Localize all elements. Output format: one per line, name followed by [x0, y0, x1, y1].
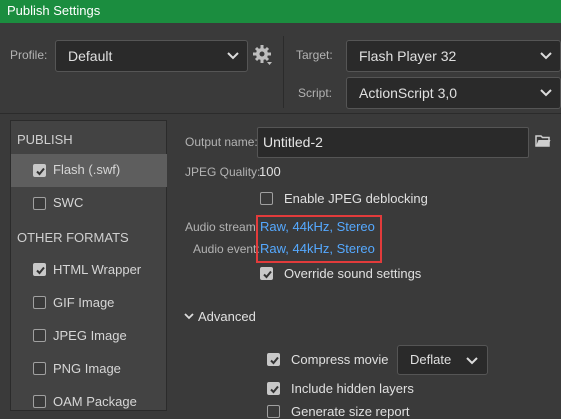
- chevron-down-icon: [540, 52, 552, 60]
- audio-stream-label: Audio stream:: [185, 220, 260, 234]
- sidebar-item-label: SWC: [53, 195, 84, 210]
- sidebar-item-label: PNG Image: [53, 361, 121, 376]
- profile-value: Default: [68, 48, 113, 64]
- window-title-bar: Publish Settings: [0, 0, 561, 23]
- swc-checkbox[interactable]: [33, 197, 46, 210]
- header-divider: [283, 36, 284, 108]
- sidebar-item-label: GIF Image: [53, 295, 115, 310]
- audio-event-label: Audio event:: [193, 242, 260, 256]
- target-value: Flash Player 32: [359, 48, 457, 64]
- checkmark-icon: [270, 385, 279, 394]
- override-sound-settings-label: Override sound settings: [284, 266, 422, 281]
- html-wrapper-checkbox[interactable]: [33, 263, 46, 276]
- generate-size-report-checkbox[interactable]: [267, 405, 280, 418]
- audio-stream-link[interactable]: Raw, 44kHz, Stereo: [260, 219, 375, 234]
- publish-section-header: PUBLISH: [17, 132, 73, 147]
- jpeg-checkbox[interactable]: [33, 329, 46, 342]
- include-hidden-layers-checkbox[interactable]: [267, 382, 280, 395]
- sidebar-item-label: JPEG Image: [53, 328, 127, 343]
- checkmark-icon: [36, 167, 45, 176]
- audio-event-link[interactable]: Raw, 44kHz, Stereo: [260, 241, 375, 256]
- sidebar-item-gif-image[interactable]: GIF Image: [11, 286, 167, 319]
- compression-mode-dropdown[interactable]: Deflate: [397, 345, 488, 375]
- sidebar-item-swc[interactable]: SWC: [11, 187, 167, 220]
- sidebar-item-jpeg-image[interactable]: JPEG Image: [11, 319, 167, 352]
- png-checkbox[interactable]: [33, 362, 46, 375]
- override-sound-settings-checkbox[interactable]: [260, 267, 273, 280]
- target-label: Target:: [296, 48, 333, 62]
- advanced-section-toggle[interactable]: Advanced: [198, 309, 256, 324]
- compress-movie-checkbox[interactable]: [267, 353, 280, 366]
- script-dropdown[interactable]: ActionScript 3,0: [346, 77, 561, 109]
- gif-checkbox[interactable]: [33, 296, 46, 309]
- checkmark-icon: [263, 270, 272, 279]
- jpeg-quality-value[interactable]: 100: [259, 164, 281, 179]
- jpeg-quality-label: JPEG Quality:: [185, 165, 261, 179]
- chevron-down-icon: [540, 89, 552, 97]
- sidebar-item-flash-swf[interactable]: Flash (.swf): [11, 154, 167, 187]
- format-sidebar: PUBLISH Flash (.swf) SWC OTHER FORMATS H…: [10, 120, 167, 411]
- folder-icon[interactable]: [535, 134, 551, 147]
- oam-checkbox[interactable]: [33, 395, 46, 408]
- other-formats-section-header: OTHER FORMATS: [17, 230, 129, 245]
- script-value: ActionScript 3,0: [359, 85, 458, 101]
- enable-jpeg-deblocking-label: Enable JPEG deblocking: [284, 191, 428, 206]
- sidebar-item-png-image[interactable]: PNG Image: [11, 352, 167, 385]
- profile-label: Profile:: [10, 48, 48, 62]
- target-dropdown[interactable]: Flash Player 32: [346, 40, 561, 72]
- script-label: Script:: [298, 86, 333, 100]
- generate-size-report-label: Generate size report: [291, 404, 410, 419]
- compression-mode-value: Deflate: [410, 352, 452, 367]
- window-title: Publish Settings: [7, 3, 101, 18]
- output-name-label: Output name:: [185, 135, 258, 149]
- chevron-down-icon[interactable]: [184, 312, 194, 320]
- profile-dropdown[interactable]: Default: [55, 40, 248, 72]
- output-name-input[interactable]: Untitled-2: [257, 127, 529, 158]
- checkmark-icon: [270, 356, 279, 365]
- compress-movie-label: Compress movie: [291, 352, 389, 367]
- chevron-down-icon: [227, 52, 239, 60]
- enable-jpeg-deblocking-checkbox[interactable]: [260, 192, 273, 205]
- sidebar-item-label: OAM Package: [53, 394, 137, 409]
- include-hidden-layers-label: Include hidden layers: [291, 381, 414, 396]
- checkmark-icon: [36, 266, 45, 275]
- flash-checkbox[interactable]: [33, 164, 46, 177]
- output-name-value: Untitled-2: [263, 134, 323, 150]
- sidebar-item-label: Flash (.swf): [53, 162, 121, 177]
- sidebar-item-html-wrapper[interactable]: HTML Wrapper: [11, 253, 167, 286]
- sidebar-item-oam-package[interactable]: OAM Package: [11, 385, 167, 418]
- chevron-down-icon: [466, 357, 478, 365]
- sidebar-item-label: HTML Wrapper: [53, 262, 142, 277]
- header-bottom-divider: [0, 113, 561, 114]
- gear-icon[interactable]: [253, 44, 273, 66]
